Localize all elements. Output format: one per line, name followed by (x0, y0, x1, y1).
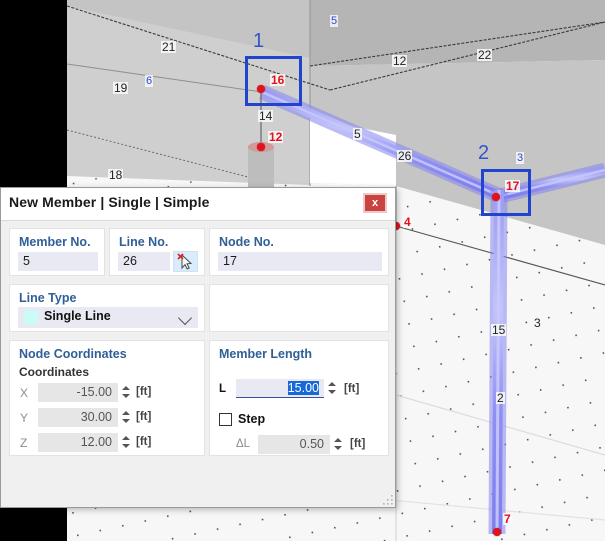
viewport-label-3-top: 3 (516, 152, 525, 164)
viewport-label-12-node: 12 (268, 130, 284, 144)
delta-l-label: ΔL (236, 438, 251, 450)
coord-z-input[interactable]: 12.00 (38, 433, 118, 452)
viewport-label-5-member: 5 (353, 127, 362, 141)
coord-z-unit: [ft] (136, 436, 152, 448)
viewport-label-3: 3 (533, 316, 542, 330)
coord-x-axis-label: X (20, 386, 29, 400)
member-length-group: Member Length L 15.00 [ft] Step ΔL 0.50 … (209, 340, 389, 456)
member-length-stepper[interactable] (326, 379, 337, 398)
line-type-label: Line Type (19, 291, 77, 305)
viewport-label-member-2: 2 (478, 142, 490, 164)
step-checkbox[interactable] (219, 413, 232, 426)
viewport-label-18: 18 (108, 168, 124, 182)
viewport-label-21: 21 (161, 40, 177, 54)
coordinates-subtitle: Coordinates (19, 365, 90, 379)
coord-z-axis-label: Z (20, 436, 28, 450)
coord-y-unit: [ft] (136, 411, 152, 423)
line-type-select[interactable]: Single Line (18, 307, 198, 328)
bottom-left-black-band (0, 508, 67, 541)
delta-l-stepper[interactable] (332, 435, 343, 454)
viewport-label-19: 19 (113, 81, 129, 95)
coord-y-stepper[interactable] (120, 408, 131, 427)
line-no-label: Line No. (119, 235, 169, 249)
member-length-value: 15.00 (287, 381, 319, 395)
line-type-selected-value: Single Line (44, 309, 111, 323)
node-no-input[interactable]: 17 (218, 252, 382, 271)
member-length-unit: [ft] (344, 383, 360, 395)
line-type-group: Line Type Single Line (9, 284, 205, 332)
step-label: Step (238, 412, 266, 426)
viewport-label-12: 12 (392, 54, 408, 68)
pick-cursor-icon[interactable] (173, 251, 198, 272)
viewport-label-4: 4 (403, 215, 412, 229)
coord-x-unit: [ft] (136, 386, 152, 398)
node-16[interactable] (257, 85, 265, 93)
delta-l-input[interactable]: 0.50 (258, 435, 330, 454)
member-no-group: Member No. 5 (9, 228, 105, 276)
close-icon[interactable]: x (363, 193, 387, 213)
node-no-group: Node No. 17 (209, 228, 389, 276)
node-coordinates-group: Node Coordinates Coordinates X -15.00 [f… (9, 340, 205, 456)
member-no-label: Member No. (19, 235, 91, 249)
viewport-label-7: 7 (503, 512, 512, 526)
dialog-title: New Member | Single | Simple (9, 194, 210, 210)
viewport-label-22: 22 (477, 48, 493, 62)
new-member-dialog[interactable]: New Member | Single | Simple x Member No… (0, 187, 396, 508)
node-7[interactable] (493, 528, 501, 536)
pick-cursor-glyph (177, 253, 193, 270)
viewport-label-member-1: 1 (253, 30, 265, 52)
coord-y-input[interactable]: 30.00 (38, 408, 118, 427)
left-black-band (0, 0, 67, 187)
node-coordinates-label: Node Coordinates (19, 347, 127, 361)
coord-x-stepper[interactable] (120, 383, 131, 402)
viewport-label-14: 14 (258, 109, 274, 123)
line-type-right-empty-panel (209, 284, 389, 332)
coord-z-stepper[interactable] (120, 433, 131, 452)
viewport-label-26: 26 (397, 149, 413, 163)
node-12[interactable] (257, 143, 265, 151)
viewport-label-16: 16 (270, 73, 286, 87)
chevron-down-icon (177, 310, 193, 326)
viewport-label-6: 6 (145, 75, 154, 87)
coord-y-axis-label: Y (20, 411, 29, 425)
member-no-input[interactable]: 5 (18, 252, 98, 271)
coord-x-input[interactable]: -15.00 (38, 383, 118, 402)
node-17[interactable] (492, 193, 500, 201)
viewport-label-17: 17 (505, 179, 521, 193)
dialog-title-bar[interactable]: New Member | Single | Simple x (1, 188, 395, 221)
delta-l-unit: [ft] (350, 438, 366, 450)
member-length-input[interactable]: 15.00 (236, 379, 324, 398)
resize-grip-icon[interactable] (383, 495, 393, 505)
member-length-label: Member Length (219, 347, 313, 361)
line-type-color-swatch (24, 311, 38, 324)
viewport-label-5-top: 5 (330, 15, 339, 27)
viewport-label-15: 15 (491, 323, 507, 337)
line-no-input[interactable]: 26 (118, 252, 170, 271)
line-no-group: Line No. 26 (109, 228, 205, 276)
length-l-label: L (219, 383, 227, 395)
viewport-label-2-column: 2 (496, 391, 505, 405)
node-no-label: Node No. (219, 235, 274, 249)
